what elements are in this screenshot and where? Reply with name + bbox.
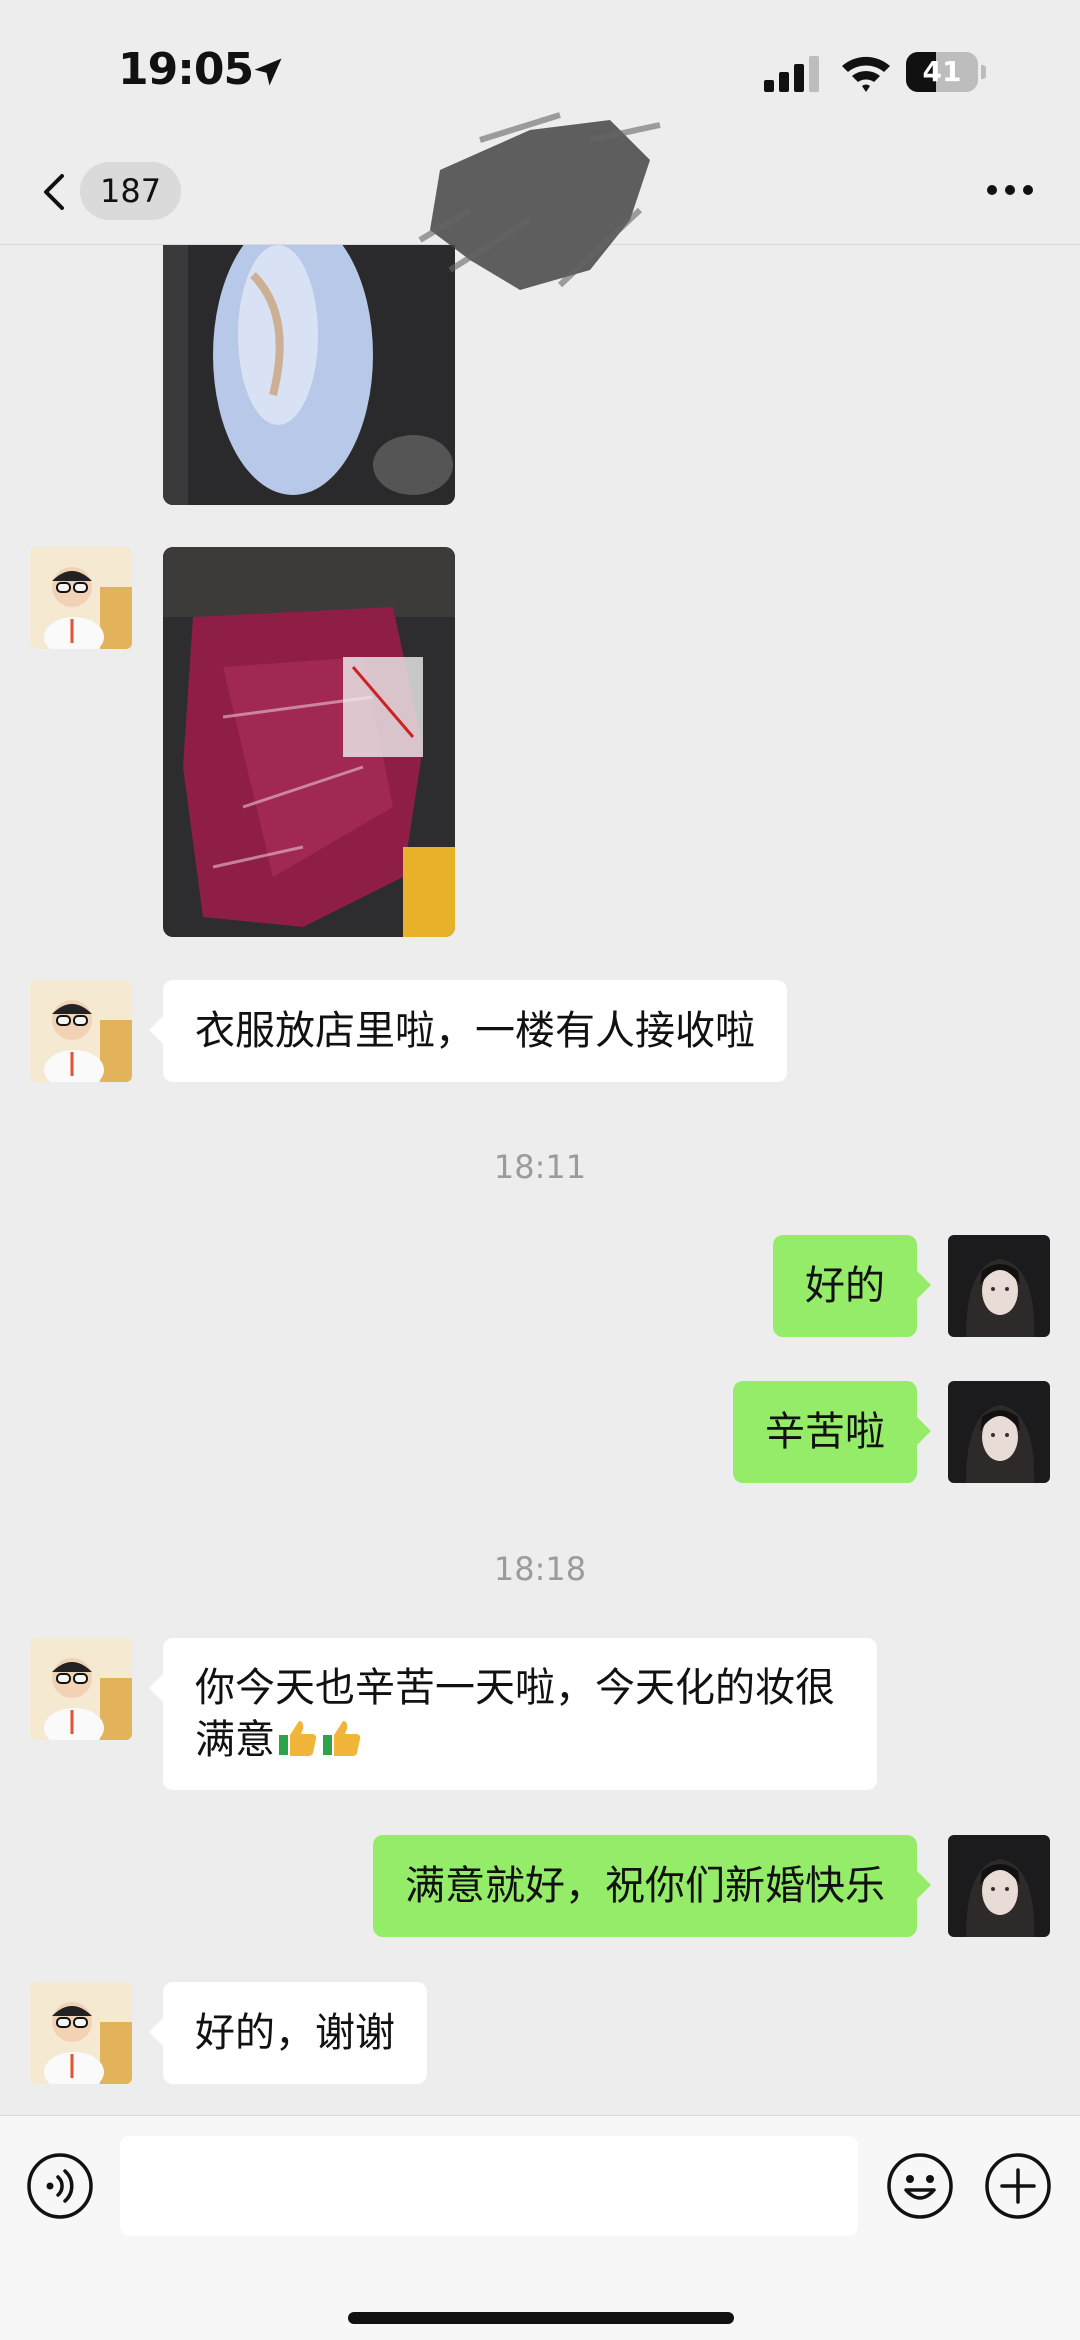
redaction-scribble bbox=[418, 112, 661, 290]
battery-icon: 41 bbox=[906, 52, 986, 92]
outgoing-message[interactable]: 满意就好，祝你们新婚快乐 bbox=[373, 1835, 931, 1937]
message-input[interactable] bbox=[120, 2136, 858, 2236]
avatar[interactable] bbox=[948, 1235, 1050, 1337]
avatar[interactable] bbox=[30, 1982, 132, 2084]
image-message[interactable] bbox=[163, 547, 455, 937]
avatar[interactable] bbox=[30, 547, 132, 649]
thumbs-up-icon bbox=[323, 1721, 361, 1756]
timestamp: 18:18 bbox=[493, 1550, 587, 1588]
status-time: 19:05 bbox=[118, 44, 254, 95]
chevron-left-icon[interactable] bbox=[30, 164, 86, 220]
timestamp: 18:11 bbox=[493, 1148, 587, 1186]
incoming-message[interactable]: 好的，谢谢 bbox=[149, 1982, 427, 2084]
input-bar bbox=[0, 2115, 1080, 2340]
incoming-message[interactable]: 你今天也辛苦一天啦，今天化的妆很满意 bbox=[149, 1638, 877, 1790]
ellipsis-icon[interactable] bbox=[980, 170, 1040, 210]
outgoing-message[interactable]: 好的 bbox=[773, 1235, 931, 1337]
voice-icon[interactable] bbox=[26, 2152, 94, 2220]
thumbs-up-icon bbox=[279, 1721, 317, 1756]
wifi-icon bbox=[842, 56, 890, 92]
outgoing-message[interactable]: 辛苦啦 bbox=[733, 1381, 931, 1483]
plus-icon[interactable] bbox=[984, 2152, 1052, 2220]
incoming-message[interactable]: 衣服放店里啦，一楼有人接收啦 bbox=[149, 980, 787, 1082]
cellular-signal-icon bbox=[764, 56, 819, 92]
home-indicator bbox=[348, 2312, 734, 2324]
avatar[interactable] bbox=[948, 1835, 1050, 1937]
avatar[interactable] bbox=[948, 1381, 1050, 1483]
chat-message-list[interactable]: 衣服放店里啦，一楼有人接收啦 18:11 好的 辛苦啦 18:18 你今天也辛苦… bbox=[0, 245, 1080, 2115]
location-arrow-icon bbox=[254, 58, 282, 86]
chat-header: 187 bbox=[0, 112, 1080, 290]
emoji-icon[interactable] bbox=[886, 2152, 954, 2220]
unread-count-badge[interactable]: 187 bbox=[80, 162, 182, 220]
avatar[interactable] bbox=[30, 980, 132, 1082]
battery-level: 41 bbox=[922, 55, 962, 88]
avatar[interactable] bbox=[30, 1638, 132, 1740]
